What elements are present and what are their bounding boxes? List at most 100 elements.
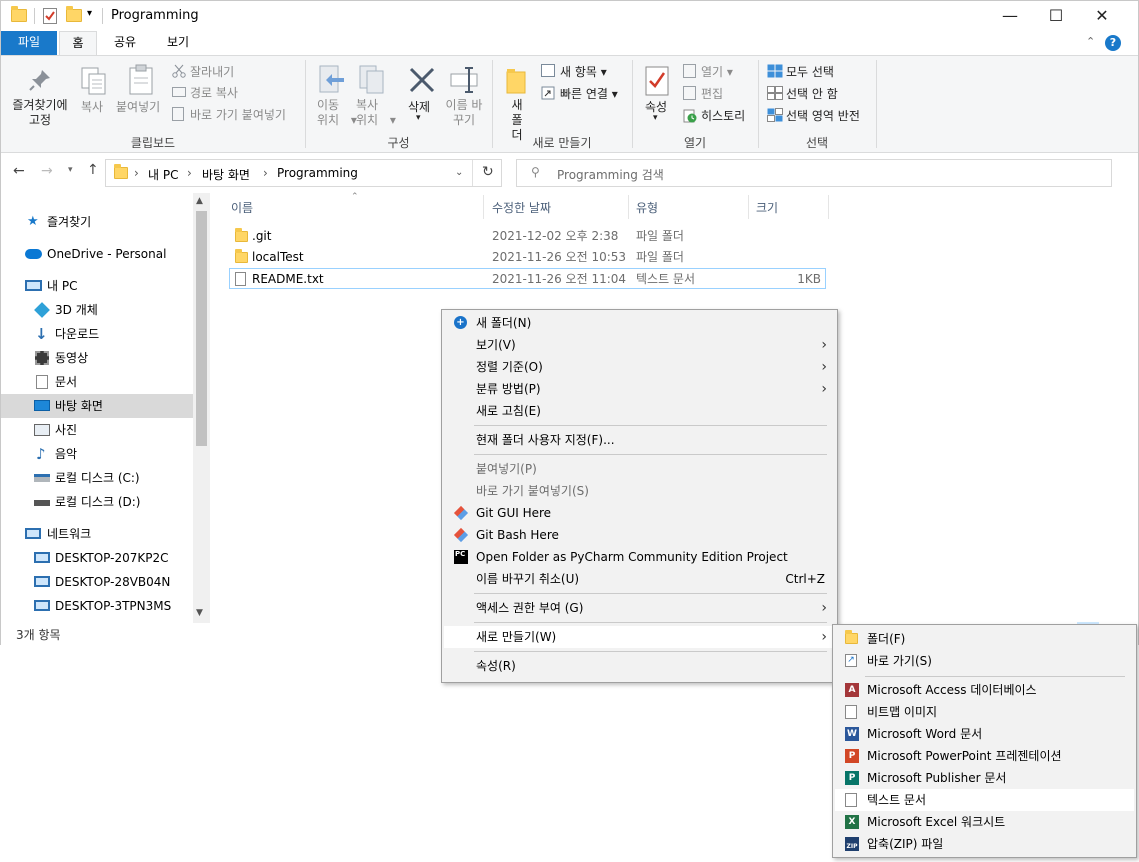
delete-dropdown-icon[interactable]: ▾ [416, 113, 421, 123]
new-folder-icon[interactable] [66, 6, 82, 23]
nav-item-downloads[interactable]: ↓ 다운로드 [1, 322, 193, 346]
nav-item-computer[interactable]: DESKTOP-28VB04N [1, 570, 193, 594]
recent-locations-icon[interactable]: ▾ [68, 165, 73, 175]
menu-item-git-gui[interactable]: Git GUI Here [444, 502, 835, 524]
nav-item-3d-objects[interactable]: 3D 개체 [1, 298, 193, 322]
column-header-size[interactable]: 크기 [756, 199, 778, 216]
close-button[interactable]: ✕ [1079, 1, 1125, 31]
tab-view[interactable]: 보기 [157, 31, 199, 55]
submenu-item-powerpoint[interactable]: P Microsoft PowerPoint 프레젠테이션 [835, 745, 1134, 767]
history-button[interactable]: 히스토리 [701, 107, 745, 124]
tab-share[interactable]: 공유 [104, 31, 146, 55]
nav-item-onedrive[interactable]: OneDrive - Personal [1, 242, 193, 266]
properties-check-icon[interactable] [43, 8, 57, 24]
address-bar[interactable]: › 내 PC › 바탕 화면 › Programming ⌄ ↻ [105, 159, 502, 187]
search-box[interactable]: ⚲ Programming 검색 [516, 159, 1112, 187]
submenu-item-folder[interactable]: 폴더(F) [835, 628, 1134, 650]
easy-access-button[interactable]: 빠른 연결 ▾ [560, 85, 618, 102]
tab-file[interactable]: 파일 [1, 31, 57, 55]
file-row[interactable]: localTest 2021-11-26 오전 10:53 파일 폴더 [229, 247, 826, 268]
menu-item-undo-rename[interactable]: 이름 바꾸기 취소(U) Ctrl+Z [444, 568, 835, 590]
scroll-down-icon[interactable]: ▼ [196, 608, 203, 618]
menu-item-git-bash[interactable]: Git Bash Here [444, 524, 835, 546]
tab-home[interactable]: 홈 [59, 31, 97, 55]
file-row[interactable]: .git 2021-12-02 오후 2:38 파일 폴더 [229, 226, 826, 247]
menu-item-give-access[interactable]: 액세스 권한 부여 (G) › [444, 597, 835, 619]
nav-scrollbar-thumb[interactable] [196, 211, 207, 446]
scroll-up-icon[interactable]: ▲ [196, 196, 203, 206]
submenu-item-access[interactable]: A Microsoft Access 데이터베이스 [835, 679, 1134, 701]
nav-item-favorites[interactable]: ★ 즐겨찾기 [1, 210, 193, 234]
address-dropdown-icon[interactable]: ⌄ [455, 167, 463, 178]
menu-item-group-by[interactable]: 분류 방법(P) › [444, 378, 835, 400]
nav-item-this-pc[interactable]: 내 PC [1, 274, 193, 298]
refresh-icon[interactable]: ↻ [482, 164, 494, 180]
cut-button[interactable]: 잘라내기 [190, 63, 234, 80]
properties-dropdown-icon[interactable]: ▾ [653, 113, 658, 123]
menu-item-view[interactable]: 보기(V) › [444, 334, 835, 356]
pin-to-quick-access-button[interactable]: 즐겨찾기에 고정 [9, 98, 71, 128]
submenu-item-word[interactable]: W Microsoft Word 문서 [835, 723, 1134, 745]
menu-item-new[interactable]: 새로 만들기(W) › [444, 626, 835, 648]
menu-item-refresh[interactable]: 새로 고침(E) [444, 400, 835, 422]
nav-item-documents[interactable]: 문서 [1, 370, 193, 394]
rename-button[interactable]: 이름 바꾸기 [444, 98, 484, 128]
paste-button[interactable]: 붙여넣기 [116, 98, 160, 115]
nav-label: 사진 [55, 423, 78, 437]
forward-arrow-icon[interactable]: → [41, 163, 53, 179]
nav-item-network[interactable]: 네트워크 [1, 522, 193, 546]
column-header-name[interactable]: 이름 [231, 199, 253, 216]
invert-selection-button[interactable]: 선택 영역 반전 [786, 107, 860, 124]
menu-item-new-folder[interactable]: + 새 폴더(N) [444, 312, 835, 334]
copy-path-button[interactable]: 경로 복사 [190, 84, 238, 101]
submenu-item-publisher[interactable]: P Microsoft Publisher 문서 [835, 767, 1134, 789]
menu-label: 압축(ZIP) 파일 [867, 837, 944, 851]
nav-item-drive-d[interactable]: 로컬 디스크 (D:) [1, 490, 193, 514]
paste-shortcut-button[interactable]: 바로 가기 붙여넣기 [190, 106, 286, 123]
menu-item-pycharm[interactable]: PC Open Folder as PyCharm Community Edit… [444, 546, 835, 568]
nav-item-music[interactable]: ♪ 음악 [1, 442, 193, 466]
back-arrow-icon[interactable]: ← [13, 163, 25, 179]
select-none-button[interactable]: 선택 안 함 [786, 85, 838, 102]
nav-item-drive-c[interactable]: 로컬 디스크 (C:) [1, 466, 193, 490]
menu-label: 텍스트 문서 [867, 793, 927, 807]
menu-item-paste[interactable]: 붙여넣기(P) [444, 458, 835, 480]
move-to-button[interactable]: 이동 위치 ▾ [317, 98, 357, 128]
qat-dropdown-icon[interactable]: ▾ [87, 8, 92, 19]
new-item-button[interactable]: 새 항목 ▾ [560, 63, 607, 80]
breadcrumb-programming[interactable]: Programming [277, 166, 358, 180]
open-button[interactable]: 열기 ▾ [701, 63, 733, 80]
submenu-item-excel[interactable]: X Microsoft Excel 워크시트 [835, 811, 1134, 833]
breadcrumb-desktop[interactable]: 바탕 화면 [202, 166, 250, 183]
submenu-item-shortcut[interactable]: ↗ 바로 가기(S) [835, 650, 1134, 672]
nav-item-computer[interactable]: DESKTOP-207KP2C [1, 546, 193, 570]
file-row[interactable]: README.txt 2021-11-26 오전 11:04 텍스트 문서 1K… [229, 268, 826, 289]
submenu-item-text[interactable]: 텍스트 문서 [835, 789, 1134, 811]
column-header-type[interactable]: 유형 [636, 199, 658, 216]
divider [828, 195, 829, 219]
rename-icon [449, 66, 479, 97]
menu-item-sort[interactable]: 정렬 기준(O) › [444, 356, 835, 378]
search-input[interactable]: Programming 검색 [557, 166, 664, 183]
submenu-item-zip[interactable]: ZIP 압축(ZIP) 파일 [835, 833, 1134, 855]
nav-item-computer[interactable]: DESKTOP-3TPN3MS [1, 594, 193, 618]
nav-item-desktop[interactable]: 바탕 화면 [1, 394, 193, 418]
menu-item-paste-shortcut[interactable]: 바로 가기 붙여넣기(S) [444, 480, 835, 502]
up-arrow-icon[interactable]: ↑ [87, 162, 99, 178]
submenu-item-bitmap[interactable]: 비트맵 이미지 [835, 701, 1134, 723]
maximize-button[interactable]: ☐ [1033, 1, 1079, 31]
column-header-modified[interactable]: 수정한 날짜 [492, 199, 551, 216]
copy-to-button[interactable]: 복사 위치 ▾ [356, 98, 396, 128]
help-icon[interactable]: ? [1105, 35, 1121, 51]
nav-item-videos[interactable]: 동영상 [1, 346, 193, 370]
minimize-button[interactable]: — [987, 1, 1033, 31]
edit-button[interactable]: 편집 [701, 85, 723, 102]
copy-button[interactable]: 복사 [81, 98, 103, 115]
select-all-button[interactable]: 모두 선택 [786, 63, 834, 80]
collapse-ribbon-icon[interactable]: ⌃ [1086, 35, 1095, 48]
menu-item-customize[interactable]: 현재 폴더 사용자 지정(F)... [444, 429, 835, 451]
menu-item-properties[interactable]: 속성(R) [444, 655, 835, 677]
nav-item-pictures[interactable]: 사진 [1, 418, 193, 442]
breadcrumb-this-pc[interactable]: 내 PC [148, 166, 178, 183]
new-item-icon [541, 64, 555, 77]
